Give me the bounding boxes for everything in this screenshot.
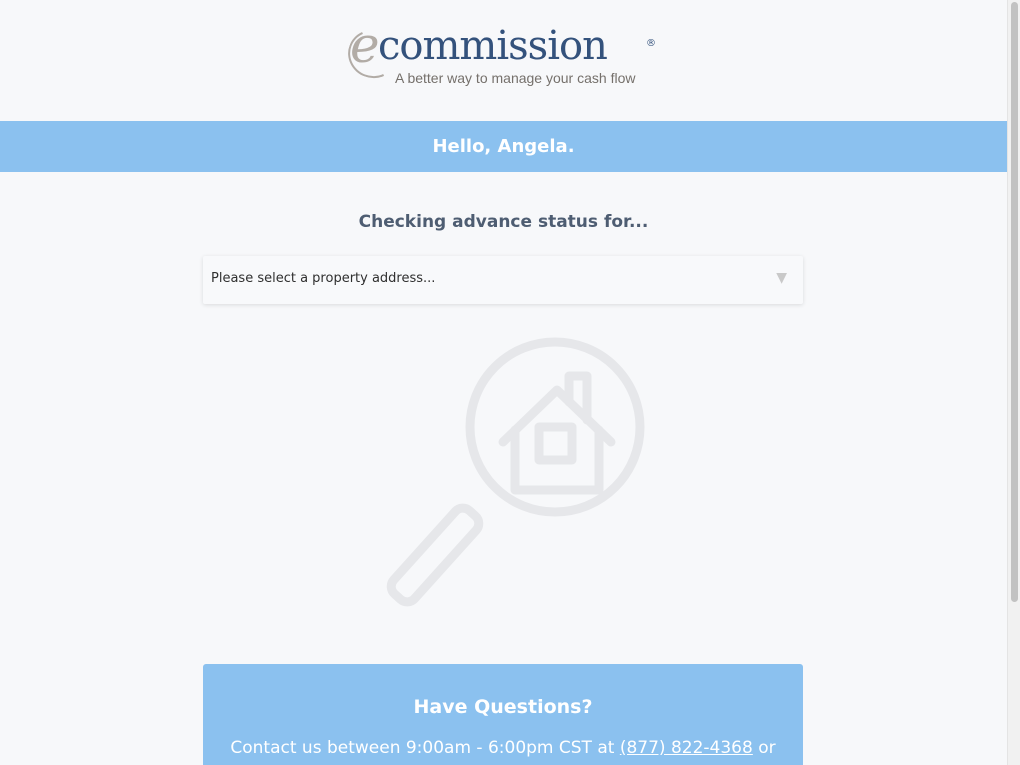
ecommission-logo[interactable]: e commission ® A better way to manage yo… (341, 20, 660, 90)
contact-suffix: or (752, 738, 776, 758)
main-content: e commission ® A better way to manage yo… (0, 0, 1007, 765)
vertical-scrollbar[interactable] (1007, 0, 1020, 765)
property-address-placeholder: Please select a property address... (211, 271, 436, 286)
questions-contact-text: Contact us between 9:00am - 6:00pm CST a… (203, 738, 803, 758)
logo-wordmark: commission (378, 23, 608, 69)
house-magnifier-icon (386, 337, 645, 607)
questions-title: Have Questions? (413, 696, 593, 718)
magnifier-handle (386, 503, 484, 607)
chevron-down-icon: ▼ (776, 270, 787, 286)
property-address-select[interactable]: Please select a property address... ▼ (203, 256, 803, 304)
scrollbar-thumb[interactable] (1011, 2, 1018, 602)
have-questions-card: Have Questions? Contact us between 9:00a… (203, 664, 803, 765)
advance-status-label: Checking advance status for... (358, 212, 649, 232)
house-window (534, 422, 577, 465)
logo-tagline: A better way to manage your cash flow (395, 70, 636, 86)
greeting-text: Hello, Angela. (432, 136, 575, 157)
header: e commission ® A better way to manage yo… (0, 0, 1007, 121)
greeting-bar: Hello, Angela. (0, 121, 1007, 172)
page: e commission ® A better way to manage yo… (0, 0, 1020, 765)
logo-registered-mark: ® (646, 38, 656, 49)
phone-link[interactable]: (877) 822-4368 (620, 738, 753, 758)
house-outline (498, 371, 616, 495)
contact-prefix: Contact us between 9:00am - 6:00pm CST a… (230, 738, 620, 758)
logo-e-letter: e (350, 16, 380, 74)
